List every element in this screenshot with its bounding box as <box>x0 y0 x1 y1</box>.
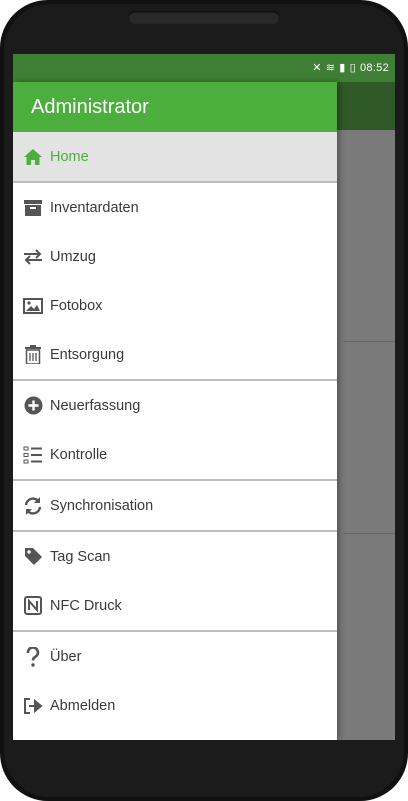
status-time: 08:52 <box>359 61 389 74</box>
drawer-title: Administrator <box>31 96 149 118</box>
nav-item-tag-scan[interactable]: Tag Scan <box>13 532 337 581</box>
nav-item-label: Tag Scan <box>50 548 111 565</box>
nav-item-entsorgung[interactable]: Entsorgung <box>13 330 337 379</box>
home-icon <box>23 147 43 167</box>
nav-item-home[interactable]: Home <box>13 132 337 181</box>
plus-circle-icon <box>23 396 43 416</box>
wifi-icon: ≋ <box>325 62 336 74</box>
nav-item-label: Kontrolle <box>50 446 108 463</box>
nav-item-neuerfassung[interactable]: Neuerfassung <box>13 381 337 430</box>
nav-item-label: NFC Druck <box>50 597 122 614</box>
navigation-drawer: Administrator Home Inventardaten Umzug F… <box>13 82 337 740</box>
nav-item-umzug[interactable]: Umzug <box>13 232 337 281</box>
nav-item-kontrolle[interactable]: Kontrolle <box>13 430 337 479</box>
nav-item-fotobox[interactable]: Fotobox <box>13 281 337 330</box>
app-divider <box>343 533 395 534</box>
question-icon <box>23 646 43 667</box>
status-bar: ✕ ≋ ▮ ▯ 08:52 <box>13 54 395 82</box>
trash-icon <box>23 345 43 365</box>
nav-item-label: Abmelden <box>50 697 116 714</box>
nfc-icon <box>23 596 43 616</box>
nav-item-synchronisation[interactable]: Synchronisation <box>13 481 337 530</box>
phone-frame: ✕ ≋ ▮ ▯ 08:52 Administrator Home Inventa… <box>0 0 408 801</box>
phone-speaker <box>128 11 280 24</box>
mute-icon: ✕ <box>312 62 322 74</box>
nav-item-label: Synchronisation <box>50 497 154 514</box>
screen: ✕ ≋ ▮ ▯ 08:52 Administrator Home Inventa… <box>13 54 395 740</box>
archive-icon <box>23 198 43 218</box>
nav-item-ueber[interactable]: Über <box>13 632 337 681</box>
nav-item-abmelden[interactable]: Abmelden <box>13 681 337 730</box>
nav-item-label: Inventardaten <box>50 199 139 216</box>
exchange-arrows-icon <box>23 247 43 267</box>
status-icons: ✕ ≋ ▮ ▯ 08:52 <box>312 61 389 75</box>
nav-item-label: Fotobox <box>50 297 103 314</box>
checklist-icon <box>23 445 43 465</box>
image-icon <box>23 296 43 316</box>
nav-item-inventardaten[interactable]: Inventardaten <box>13 183 337 232</box>
tag-icon <box>23 547 43 567</box>
signal-icon: ▮ <box>339 62 346 74</box>
drawer-header: Administrator <box>13 82 337 132</box>
sign-out-icon <box>23 696 43 716</box>
nav-item-nfc-druck[interactable]: NFC Druck <box>13 581 337 630</box>
nav-item-label: Über <box>50 648 82 665</box>
app-divider <box>343 341 395 342</box>
nav-item-label: Umzug <box>50 248 96 265</box>
nav-item-label: Entsorgung <box>50 346 125 363</box>
sync-icon <box>23 496 43 516</box>
nav-item-label: Home <box>50 148 89 165</box>
nav-item-label: Neuerfassung <box>50 397 141 414</box>
battery-icon: ▯ <box>349 62 356 74</box>
